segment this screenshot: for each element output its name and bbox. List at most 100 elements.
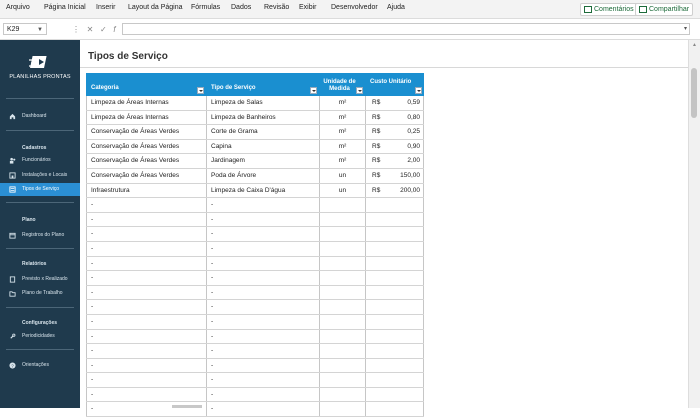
cell-custo[interactable] bbox=[365, 285, 424, 300]
cell-categoria[interactable]: - bbox=[86, 227, 206, 241]
cell-custo[interactable] bbox=[365, 387, 424, 402]
cell-custo[interactable] bbox=[365, 402, 424, 417]
cell-custo[interactable] bbox=[365, 300, 424, 314]
cell-tipo-servico[interactable]: - bbox=[206, 198, 319, 212]
sidebar-item-plano-trabalho[interactable]: Plano de Trabalho bbox=[0, 287, 80, 300]
confirm-icon[interactable]: ✓ bbox=[100, 25, 107, 34]
cell-categoria[interactable]: - bbox=[86, 314, 206, 329]
cell-categoria[interactable]: - bbox=[86, 373, 206, 387]
filter-dropdown-icon[interactable] bbox=[356, 87, 363, 94]
cell-custo[interactable] bbox=[365, 241, 424, 256]
cell-unidade[interactable]: m² bbox=[319, 139, 365, 154]
cell-custo[interactable]: R$ 0,59 bbox=[365, 96, 424, 110]
menu-arquivo[interactable]: Arquivo bbox=[6, 4, 30, 11]
cell-custo[interactable] bbox=[365, 373, 424, 387]
insert-function-icon[interactable]: f bbox=[113, 25, 115, 34]
cell-tipo-servico[interactable]: - bbox=[206, 241, 319, 256]
menu-desenvolvedor[interactable]: Desenvolvedor bbox=[331, 4, 378, 11]
cell-custo[interactable] bbox=[365, 358, 424, 373]
cell-unidade[interactable] bbox=[319, 241, 365, 256]
cell-tipo-servico[interactable]: Corte de Grama bbox=[206, 125, 319, 139]
cell-custo[interactable]: R$ 150,00 bbox=[365, 168, 424, 183]
cell-categoria[interactable]: Conservação de Áreas Verdes bbox=[86, 125, 206, 139]
share-button[interactable]: Compartilhar bbox=[635, 3, 694, 16]
cell-unidade[interactable] bbox=[319, 256, 365, 271]
cell-custo[interactable]: R$ 2,00 bbox=[365, 154, 424, 168]
cell-unidade[interactable] bbox=[319, 300, 365, 314]
cell-custo[interactable] bbox=[365, 212, 424, 227]
cell-unidade[interactable] bbox=[319, 227, 365, 241]
menu-inserir[interactable]: Inserir bbox=[96, 4, 115, 11]
name-box[interactable]: K29 ▼ bbox=[3, 23, 47, 35]
cell-categoria[interactable]: - bbox=[86, 329, 206, 344]
cell-tipo-servico[interactable]: Limpeza de Banheiros bbox=[206, 110, 319, 125]
sidebar-item-previsto-realizado[interactable]: Previsto x Realizado bbox=[0, 273, 80, 286]
menu-exibir[interactable]: Exibir bbox=[299, 4, 317, 11]
cell-tipo-servico[interactable]: Jardinagem bbox=[206, 154, 319, 168]
cell-custo[interactable] bbox=[365, 329, 424, 344]
cell-tipo-servico[interactable]: - bbox=[206, 358, 319, 373]
cell-custo[interactable] bbox=[365, 271, 424, 285]
cell-tipo-servico[interactable]: - bbox=[206, 256, 319, 271]
cell-unidade[interactable] bbox=[319, 344, 365, 358]
cell-unidade[interactable] bbox=[319, 212, 365, 227]
cell-categoria[interactable]: Conservação de Áreas Verdes bbox=[86, 139, 206, 154]
cell-unidade[interactable] bbox=[319, 198, 365, 212]
cell-categoria[interactable]: Conservação de Áreas Verdes bbox=[86, 168, 206, 183]
cell-categoria[interactable]: - bbox=[86, 300, 206, 314]
menu-formulas[interactable]: Fórmulas bbox=[191, 4, 220, 11]
cell-unidade[interactable]: m² bbox=[319, 110, 365, 125]
cell-categoria[interactable]: - bbox=[86, 271, 206, 285]
expand-formula-icon[interactable]: ▾ bbox=[684, 24, 687, 35]
cell-categoria[interactable]: - bbox=[86, 241, 206, 256]
menu-pagina-inicial[interactable]: Página Inicial bbox=[44, 4, 86, 11]
cell-tipo-servico[interactable]: - bbox=[206, 227, 319, 241]
cell-unidade[interactable] bbox=[319, 358, 365, 373]
cell-categoria[interactable]: - bbox=[86, 344, 206, 358]
scrollbar-thumb[interactable] bbox=[691, 68, 697, 118]
cell-categoria[interactable]: Limpeza de Áreas Internas bbox=[86, 96, 206, 110]
cell-unidade[interactable] bbox=[319, 329, 365, 344]
cell-unidade[interactable]: un bbox=[319, 168, 365, 183]
cell-categoria[interactable]: Infraestrutura bbox=[86, 183, 206, 198]
more-options-icon[interactable]: ⋮ bbox=[72, 25, 80, 34]
sidebar-item-tipos-servico[interactable]: Tipos de Serviço bbox=[0, 183, 80, 196]
cell-tipo-servico[interactable]: - bbox=[206, 373, 319, 387]
cell-tipo-servico[interactable]: Limpeza de Caixa D'água bbox=[206, 183, 319, 198]
cell-tipo-servico[interactable]: - bbox=[206, 314, 319, 329]
cell-unidade[interactable]: m² bbox=[319, 154, 365, 168]
cell-tipo-servico[interactable]: - bbox=[206, 271, 319, 285]
cell-custo[interactable] bbox=[365, 256, 424, 271]
cell-unidade[interactable] bbox=[319, 402, 365, 417]
cell-custo[interactable]: R$ 200,00 bbox=[365, 183, 424, 198]
menu-layout-pagina[interactable]: Layout da Página bbox=[128, 4, 183, 11]
cell-tipo-servico[interactable]: - bbox=[206, 285, 319, 300]
cell-unidade[interactable] bbox=[319, 314, 365, 329]
cell-unidade[interactable]: m² bbox=[319, 96, 365, 110]
cell-custo[interactable]: R$ 0,80 bbox=[365, 110, 424, 125]
filter-dropdown-icon[interactable] bbox=[310, 87, 317, 94]
cell-custo[interactable] bbox=[365, 227, 424, 241]
cell-categoria[interactable]: - bbox=[86, 387, 206, 402]
cell-tipo-servico[interactable]: - bbox=[206, 300, 319, 314]
cell-unidade[interactable] bbox=[319, 387, 365, 402]
filter-dropdown-icon[interactable] bbox=[197, 87, 204, 94]
cell-custo[interactable] bbox=[365, 314, 424, 329]
cell-tipo-servico[interactable]: Limpeza de Salas bbox=[206, 96, 319, 110]
cancel-icon[interactable]: ✕ bbox=[87, 25, 94, 34]
sidebar-item-instalacoes[interactable]: Instalações e Locais bbox=[0, 169, 80, 182]
menu-revisao[interactable]: Revisão bbox=[264, 4, 289, 11]
cell-tipo-servico[interactable]: - bbox=[206, 329, 319, 344]
sidebar-item-dashboard[interactable]: Dashboard bbox=[0, 110, 80, 123]
vertical-scrollbar[interactable]: ▲ bbox=[688, 40, 700, 408]
comments-button[interactable]: Comentários bbox=[580, 3, 638, 16]
cell-tipo-servico[interactable]: - bbox=[206, 402, 319, 417]
cell-categoria[interactable]: - bbox=[86, 285, 206, 300]
cell-tipo-servico[interactable]: Poda de Árvore bbox=[206, 168, 319, 183]
cell-categoria[interactable]: - bbox=[86, 198, 206, 212]
cell-unidade[interactable]: un bbox=[319, 183, 365, 198]
formula-input[interactable]: ▾ bbox=[122, 23, 690, 35]
cell-tipo-servico[interactable]: Capina bbox=[206, 139, 319, 154]
cell-unidade[interactable] bbox=[319, 373, 365, 387]
cell-tipo-servico[interactable]: - bbox=[206, 387, 319, 402]
